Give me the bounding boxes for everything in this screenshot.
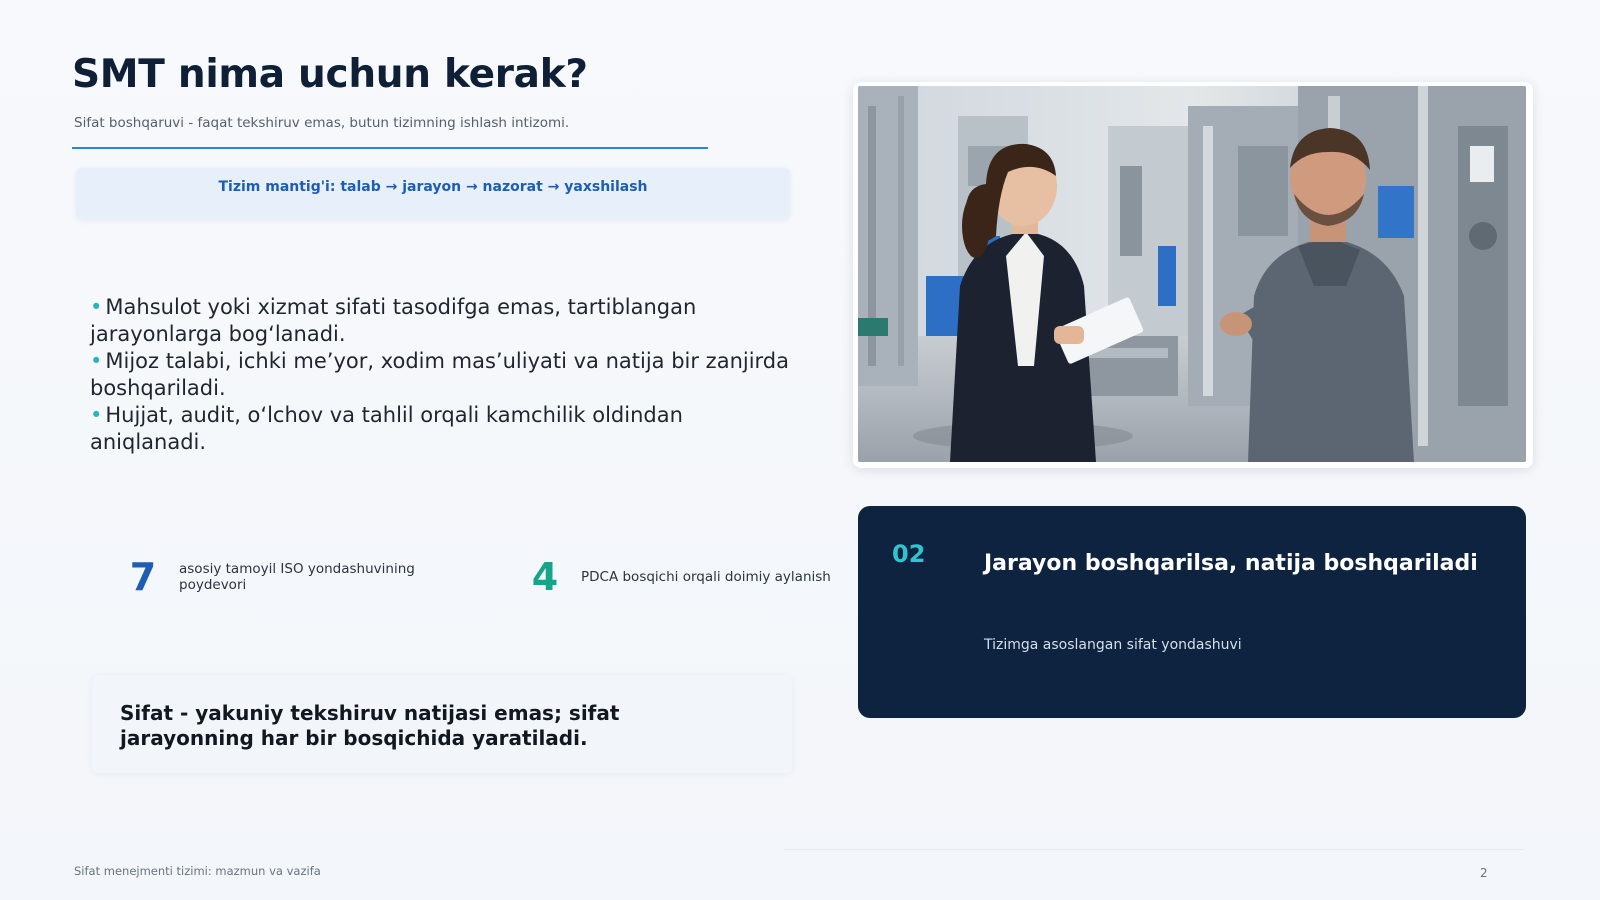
photo-frame [853,82,1533,468]
card-number: 02 [892,540,926,568]
stat-value: 7 [129,555,157,599]
stat-principles: 7 asosiy tamoyil ISO yondashuvining poyd… [108,555,419,599]
bullet-dot-icon: • [90,349,103,373]
bullet-list: • Mahsulot yoki xizmat sifati tasodifga e… [90,294,790,456]
page-number: 2 [1480,866,1488,880]
stat-pdca: 4 PDCA bosqichi orqali doimiy aylanish [510,555,841,599]
factory-inspection-illustration [858,86,1526,462]
system-logic-text: Tizim mantig'i: talab → jarayon → nazora… [218,179,648,195]
key-quote-text: Sifat - yakuniy tekshiruv natijasi emas;… [120,701,620,750]
highlight-card: 02 Jarayon boshqarilsa, natija boshqaril… [858,506,1526,718]
bullet-text: Hujjat, audit, o‘lchov va tahlil orqali … [90,403,683,454]
bullet-text: Mijoz talabi, ichki me’yor, xodim mas’ul… [90,349,790,400]
bullet-item: • Hujjat, audit, o‘lchov va tahlil orqali… [90,402,790,456]
slide-subtitle: Sifat boshqaruvi - faqat tekshiruv emas,… [74,115,570,131]
factory-photo [858,86,1526,462]
slide-title: SMT nima uchun kerak? [72,52,588,97]
bullet-text: Mahsulot yoki xizmat sifati tasodifga em… [90,295,697,346]
title-underline [72,147,708,149]
bullet-item: • Mahsulot yoki xizmat sifati tasodifga e… [90,294,790,348]
bullet-item: • Mijoz talabi, ichki me’yor, xodim mas’u… [90,348,790,402]
card-title: Jarayon boshqarilsa, natija boshqariladi [984,551,1478,576]
card-subtitle: Tizimga asoslangan sifat yondashuvi [984,637,1242,653]
bullet-dot-icon: • [90,295,103,319]
stat-value: 4 [531,555,559,599]
system-logic-banner: Tizim mantig'i: talab → jarayon → nazora… [76,168,790,220]
slide: SMT nima uchun kerak? Sifat boshqaruvi -… [0,0,1600,900]
bullet-dot-icon: • [90,403,103,427]
footer-caption: Sifat menejmenti tizimi: mazmun va vazif… [74,864,321,878]
stat-label: asosiy tamoyil ISO yondashuvining poydev… [179,561,415,593]
key-quote-box: Sifat - yakuniy tekshiruv natijasi emas;… [92,675,792,773]
stat-label: PDCA bosqichi orqali doimiy aylanish [581,569,831,585]
footer-divider [784,849,1524,850]
